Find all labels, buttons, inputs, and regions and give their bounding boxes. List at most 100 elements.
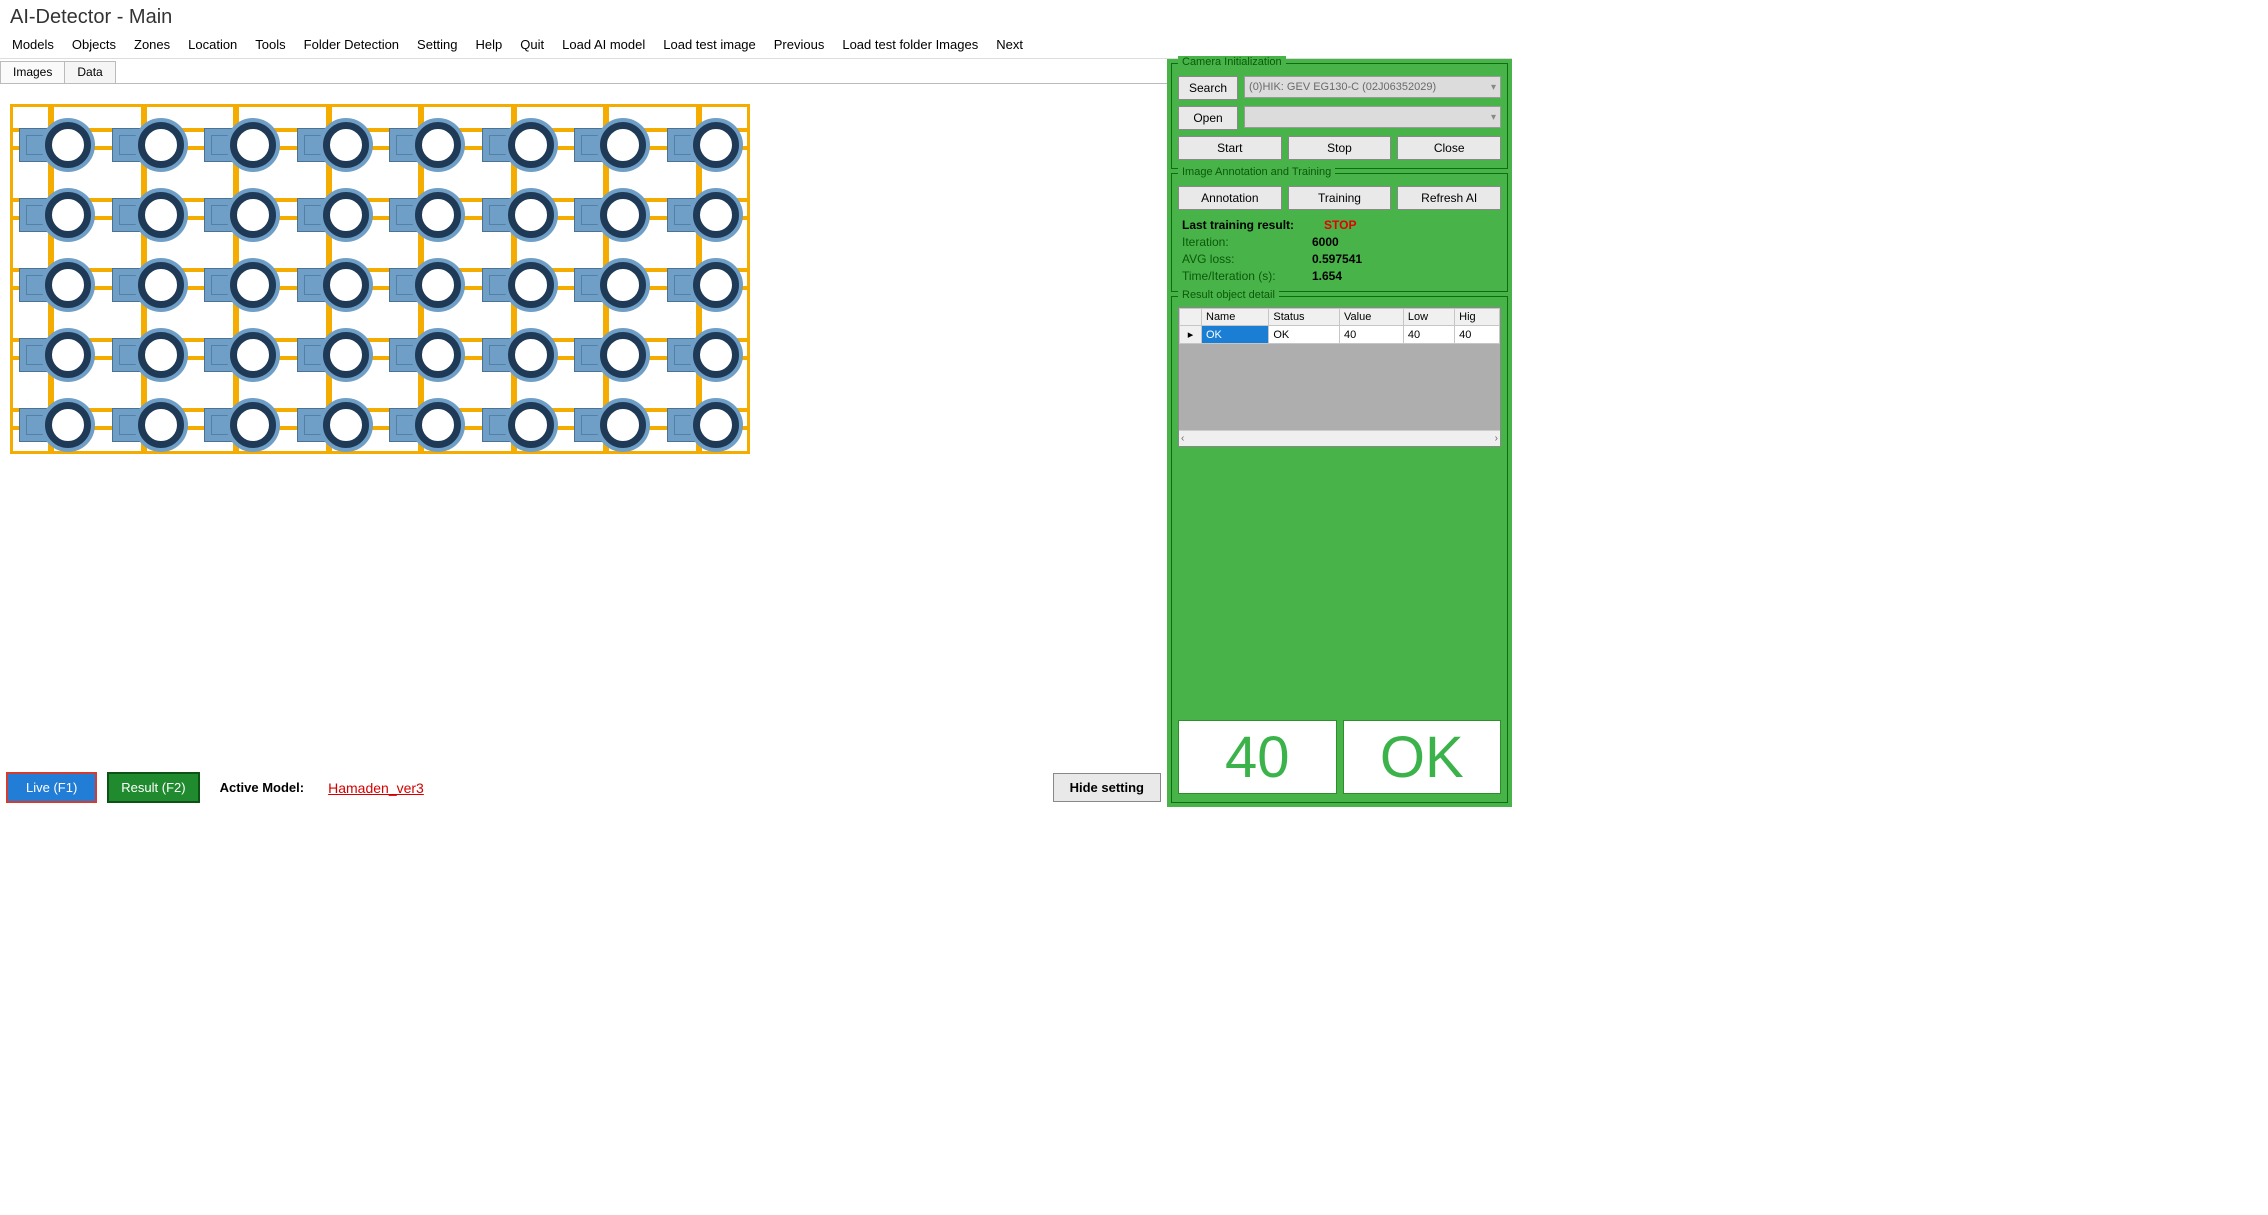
detected-component [482,190,550,240]
detected-component [297,330,365,380]
detected-component [389,260,457,310]
menu-location[interactable]: Location [188,37,237,52]
big-count: 40 [1178,720,1337,794]
search-button[interactable]: Search [1178,76,1238,100]
cell-status: OK [1269,326,1340,344]
refresh-ai-button[interactable]: Refresh AI [1397,186,1501,210]
row-marker: ▸ [1180,326,1202,344]
detected-component [482,120,550,170]
start-button[interactable]: Start [1178,136,1282,160]
close-button[interactable]: Close [1397,136,1501,160]
detected-component [667,120,735,170]
detected-component [389,330,457,380]
col-high: Hig [1455,309,1500,326]
detected-component [112,190,180,240]
training-legend: Image Annotation and Training [1178,166,1335,178]
detected-component [389,400,457,450]
detected-component [297,190,365,240]
menu-models[interactable]: Models [12,37,54,52]
hide-setting-button[interactable]: Hide setting [1053,773,1161,802]
detected-component [204,260,272,310]
detected-component [574,400,642,450]
detected-component [389,120,457,170]
detected-component [19,330,87,380]
detected-component [667,330,735,380]
menu-quit[interactable]: Quit [520,37,544,52]
image-canvas [0,84,1167,807]
cell-value: 40 [1340,326,1404,344]
menu-objects[interactable]: Objects [72,37,116,52]
active-model-value: Hamaden_ver3 [328,780,424,796]
annotation-button[interactable]: Annotation [1178,186,1282,210]
menu-load-folder[interactable]: Load test folder Images [842,37,978,52]
detected-component [482,330,550,380]
detected-component [389,190,457,240]
result-legend: Result object detail [1178,289,1279,301]
result-table-wrap: Name Status Value Low Hig ▸ OK OK 40 40 … [1178,307,1501,447]
camera-device-select[interactable]: (0)HIK: GEV EG130-C (02J06352029) [1244,76,1501,98]
detected-component [112,260,180,310]
iteration-value: 6000 [1312,235,1339,249]
result-detail-group: Result object detail Name Status Value L… [1171,296,1508,803]
camera-init-group: Camera Initialization Search (0)HIK: GEV… [1171,63,1508,169]
detected-component [574,190,642,240]
detected-component [297,260,365,310]
detected-component [574,330,642,380]
active-model-label: Active Model: [220,780,305,795]
menu-load-ai[interactable]: Load AI model [562,37,645,52]
detected-component [482,260,550,310]
result-button[interactable]: Result (F2) [107,772,199,803]
detected-component [112,120,180,170]
detected-component [112,330,180,380]
detected-component [297,120,365,170]
detected-component [204,330,272,380]
hscrollbar[interactable]: ‹› [1179,430,1500,446]
detected-component [297,400,365,450]
detected-component [574,260,642,310]
detected-component [667,190,735,240]
cell-high: 40 [1455,326,1500,344]
detected-component [19,400,87,450]
time-value: 1.654 [1312,269,1342,283]
detection-image [10,104,750,454]
avgloss-label: AVG loss: [1182,252,1312,266]
detected-component [204,400,272,450]
cell-low: 40 [1403,326,1454,344]
open-button[interactable]: Open [1178,106,1238,130]
menu-load-image[interactable]: Load test image [663,37,756,52]
big-status: OK [1343,720,1502,794]
cell-name: OK [1202,326,1269,344]
menu-tools[interactable]: Tools [255,37,285,52]
camera-mode-select[interactable] [1244,106,1501,128]
detected-component [19,190,87,240]
col-row [1180,309,1202,326]
result-table: Name Status Value Low Hig ▸ OK OK 40 40 … [1179,308,1500,344]
time-label: Time/Iteration (s): [1182,269,1312,283]
last-training-label: Last training result: [1182,218,1294,232]
menu-folder-detection[interactable]: Folder Detection [304,37,399,52]
menu-next[interactable]: Next [996,37,1023,52]
table-row[interactable]: ▸ OK OK 40 40 40 [1180,326,1500,344]
col-status: Status [1269,309,1340,326]
training-button[interactable]: Training [1288,186,1392,210]
col-value: Value [1340,309,1404,326]
detected-component [19,260,87,310]
training-status: STOP [1324,218,1356,232]
left-pane: Images Data Live (F1) Result (F2) Active… [0,59,1167,807]
menu-zones[interactable]: Zones [134,37,170,52]
col-name: Name [1202,309,1269,326]
detected-component [482,400,550,450]
detected-component [19,120,87,170]
stop-button[interactable]: Stop [1288,136,1392,160]
bottom-bar: Live (F1) Result (F2) Active Model: Hama… [6,772,1161,803]
menu-help[interactable]: Help [476,37,503,52]
menu-previous[interactable]: Previous [774,37,825,52]
tab-images[interactable]: Images [0,61,65,83]
detected-component [667,260,735,310]
right-pane: Camera Initialization Search (0)HIK: GEV… [1167,59,1512,807]
live-button[interactable]: Live (F1) [6,772,97,803]
menu-setting[interactable]: Setting [417,37,457,52]
window-title: AI-Detector - Main [0,0,1512,33]
col-low: Low [1403,309,1454,326]
tab-data[interactable]: Data [64,61,115,83]
